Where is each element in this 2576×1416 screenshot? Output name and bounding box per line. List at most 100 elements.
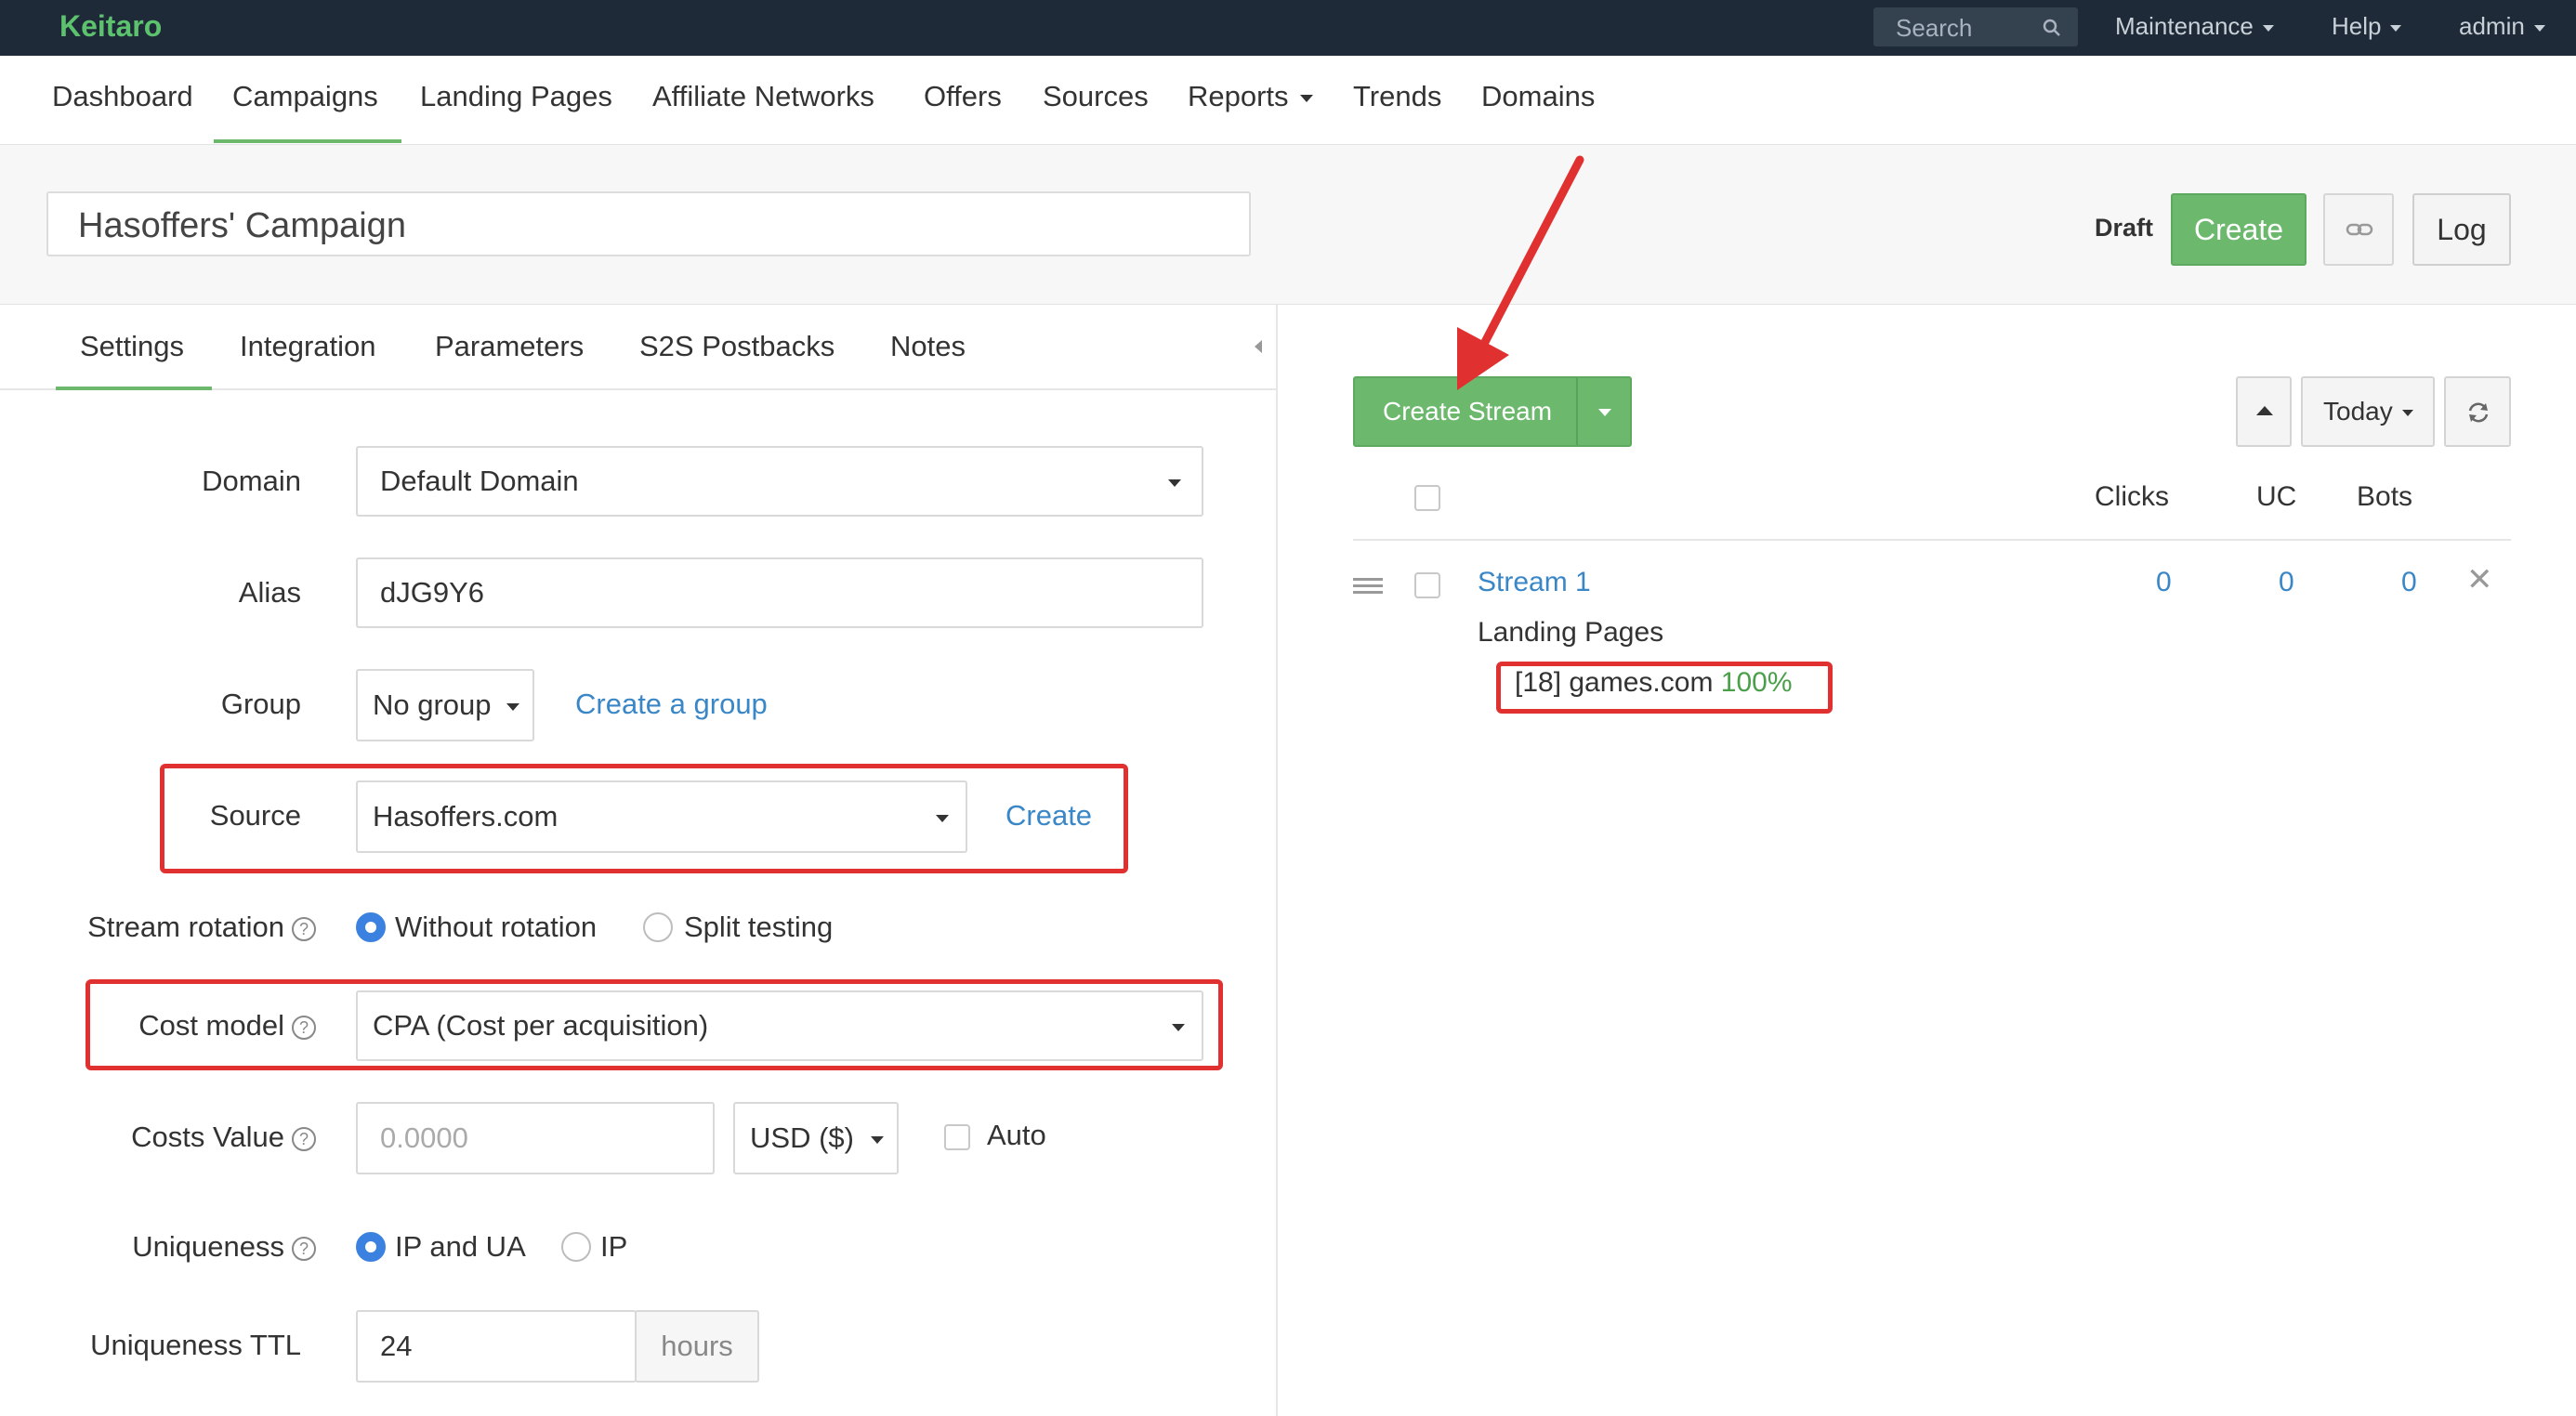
- nav-trends[interactable]: Trends: [1353, 80, 1441, 113]
- campaign-header: Hasoffers' Campaign Draft Create Log: [0, 145, 2576, 305]
- nav-dashboard[interactable]: Dashboard: [52, 80, 193, 113]
- create-stream-button[interactable]: Create Stream: [1353, 376, 1632, 447]
- uniqueness-ttl-input[interactable]: 24: [356, 1310, 637, 1383]
- group-label: Group: [220, 688, 301, 720]
- uniqueness-label: Uniqueness?: [37, 1230, 316, 1264]
- uniqueness-ip-ua-radio[interactable]: [356, 1232, 386, 1262]
- select-all-checkbox[interactable]: [1414, 485, 1440, 511]
- uniqueness-ip-radio[interactable]: [561, 1232, 591, 1262]
- col-clicks[interactable]: Clicks: [2095, 481, 2169, 513]
- stream-bots[interactable]: 0: [2401, 567, 2417, 598]
- currency-select[interactable]: USD ($): [733, 1102, 899, 1174]
- stream-name-link[interactable]: Stream 1: [1478, 567, 1591, 598]
- alias-label: Alias: [238, 576, 301, 609]
- nav-reports[interactable]: Reports: [1188, 80, 1313, 113]
- costs-value-input[interactable]: 0.0000: [356, 1102, 715, 1174]
- rotation-split-radio[interactable]: [643, 912, 673, 942]
- chevron-down-icon[interactable]: [1598, 409, 1611, 416]
- user-menu[interactable]: admin: [2459, 12, 2545, 41]
- button-separator: [1576, 378, 1578, 445]
- group-select[interactable]: No group: [356, 669, 534, 741]
- help-icon[interactable]: ?: [292, 1236, 316, 1261]
- tab-integration[interactable]: Integration: [240, 330, 376, 363]
- link-icon: [2346, 223, 2373, 236]
- maintenance-menu[interactable]: Maintenance: [2115, 12, 2274, 41]
- nav-campaigns[interactable]: Campaigns: [232, 80, 378, 113]
- tab-active-indicator: [56, 387, 212, 390]
- nav-affiliate-networks[interactable]: Affiliate Networks: [652, 80, 874, 113]
- sort-up-button[interactable]: [2236, 376, 2292, 447]
- tab-notes[interactable]: Notes: [890, 330, 966, 363]
- help-menu[interactable]: Help: [2332, 12, 2402, 41]
- tab-settings[interactable]: Settings: [80, 330, 184, 363]
- chevron-down-icon: [2533, 24, 2545, 32]
- nav-sources[interactable]: Sources: [1043, 80, 1149, 113]
- chevron-down-icon: [936, 815, 949, 822]
- nav-domains[interactable]: Domains: [1481, 80, 1595, 113]
- link-button[interactable]: [2323, 193, 2394, 266]
- refresh-button[interactable]: [2444, 376, 2511, 447]
- chevron-down-icon: [871, 1136, 884, 1144]
- chevron-down-icon: [1172, 1024, 1185, 1031]
- close-icon[interactable]: ✕: [2466, 561, 2493, 598]
- create-source-link[interactable]: Create: [1005, 799, 1092, 833]
- log-button[interactable]: Log: [2412, 193, 2511, 266]
- chevron-down-icon: [506, 703, 519, 711]
- collapse-panel-icon[interactable]: [1255, 340, 1262, 353]
- ttl-unit-addon: hours: [635, 1310, 759, 1383]
- search-input[interactable]: Search: [1873, 7, 2078, 46]
- main-nav: Dashboard Campaigns Landing Pages Affili…: [0, 56, 2576, 145]
- rotation-without-radio[interactable]: [356, 912, 386, 942]
- top-bar: Keitaro Search Maintenance Help admin: [0, 0, 2576, 56]
- chevron-down-icon: [2401, 410, 2413, 417]
- app-logo[interactable]: Keitaro: [59, 9, 162, 44]
- triangle-up-icon: [2256, 406, 2273, 415]
- chevron-down-icon: [1168, 479, 1181, 487]
- search-placeholder: Search: [1896, 14, 1973, 42]
- drag-handle-icon[interactable]: [1353, 578, 1383, 597]
- refresh-icon: [2468, 402, 2489, 423]
- source-label: Source: [209, 799, 301, 832]
- tab-s2s-postbacks[interactable]: S2S Postbacks: [639, 330, 835, 363]
- header-divider: [1353, 539, 2511, 541]
- nav-active-indicator: [214, 139, 401, 143]
- auto-checkbox[interactable]: [944, 1124, 970, 1150]
- uniqueness-ttl-label: Uniqueness TTL: [90, 1329, 301, 1361]
- help-icon[interactable]: ?: [292, 916, 316, 941]
- domain-label: Domain: [202, 465, 301, 497]
- help-icon[interactable]: ?: [292, 1015, 316, 1040]
- stream-section-title: Landing Pages: [1478, 617, 1664, 648]
- period-select[interactable]: Today: [2301, 376, 2435, 447]
- source-select[interactable]: Hasoffers.com: [356, 780, 967, 853]
- nav-offers[interactable]: Offers: [924, 80, 1002, 113]
- help-icon[interactable]: ?: [292, 1126, 316, 1151]
- stream-clicks[interactable]: 0: [2156, 567, 2172, 598]
- costs-value-label: Costs Value?: [37, 1121, 316, 1154]
- campaign-name-input[interactable]: Hasoffers' Campaign: [46, 191, 1251, 256]
- landing-page-item[interactable]: [18] games.com 100%: [1515, 667, 1793, 699]
- rotation-split-label: Split testing: [684, 911, 834, 943]
- chevron-down-icon: [1299, 94, 1313, 102]
- stream-checkbox[interactable]: [1414, 572, 1440, 598]
- auto-label: Auto: [987, 1119, 1046, 1151]
- create-stream-label: Create Stream: [1383, 397, 1553, 426]
- search-icon[interactable]: [2043, 19, 2061, 42]
- stream-uc[interactable]: 0: [2279, 567, 2294, 598]
- col-bots[interactable]: Bots: [2357, 481, 2412, 513]
- nav-landing-pages[interactable]: Landing Pages: [420, 80, 612, 113]
- uniqueness-ip-label: IP: [600, 1230, 628, 1263]
- rotation-without-label: Without rotation: [395, 911, 598, 943]
- cost-model-select[interactable]: CPA (Cost per acquisition): [356, 990, 1203, 1061]
- domain-select[interactable]: Default Domain: [356, 446, 1203, 517]
- create-campaign-button[interactable]: Create: [2171, 193, 2307, 266]
- alias-input[interactable]: dJG9Y6: [356, 557, 1203, 628]
- col-uc[interactable]: UC: [2256, 481, 2296, 513]
- chevron-down-icon: [2390, 24, 2402, 32]
- tab-parameters[interactable]: Parameters: [435, 330, 584, 363]
- create-group-link[interactable]: Create a group: [575, 688, 768, 721]
- chevron-down-icon: [2262, 24, 2274, 32]
- stream-rotation-label: Stream rotation?: [37, 911, 316, 944]
- status-badge: Draft: [2095, 214, 2154, 242]
- cost-model-label: Cost model?: [37, 1009, 316, 1042]
- landing-share: 100%: [1720, 667, 1793, 698]
